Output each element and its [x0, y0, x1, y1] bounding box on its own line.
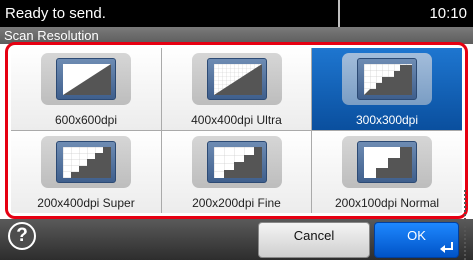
option-label: 200x100dpi Normal — [334, 196, 440, 210]
option-400x400dpi-ultra[interactable]: 400x400dpi Ultra — [162, 48, 311, 130]
option-200x400dpi-super[interactable]: 200x400dpi Super — [11, 131, 161, 213]
clock: 10:10 — [429, 5, 467, 22]
option-icon-plate — [342, 136, 432, 188]
resolution-grid: 600x600dpi 400x400dpi Ultra 300x300dpi 2… — [11, 48, 462, 213]
enter-icon — [440, 242, 453, 253]
option-label: 400x400dpi Ultra — [191, 113, 282, 127]
option-icon-plate — [41, 53, 131, 105]
resolution-medium-grid-icon — [357, 58, 417, 100]
screen-title: Scan Resolution — [4, 28, 99, 43]
status-message: Ready to send. — [5, 5, 106, 22]
option-icon-plate — [191, 136, 282, 188]
option-200x200dpi-fine[interactable]: 200x200dpi Fine — [162, 131, 311, 213]
resolution-fine-grid-icon — [56, 58, 116, 100]
option-200x100dpi-normal[interactable]: 200x100dpi Normal — [312, 131, 462, 213]
option-300x300dpi[interactable]: 300x300dpi — [312, 48, 462, 130]
resolution-step-icon — [357, 141, 417, 183]
option-icon-plate — [41, 136, 131, 188]
option-label: 200x400dpi Super — [37, 196, 135, 210]
options-frame: 600x600dpi 400x400dpi Ultra 300x300dpi 2… — [5, 42, 468, 219]
option-icon-plate — [342, 53, 432, 105]
option-600x600dpi[interactable]: 600x600dpi — [11, 48, 161, 130]
ok-button[interactable]: OK — [374, 222, 459, 258]
status-bar: Ready to send. 10:10 — [0, 0, 473, 27]
ok-label: OK — [407, 228, 426, 243]
resolution-fine-grid-icon — [206, 58, 267, 100]
resolution-step-icon — [206, 141, 267, 183]
status-divider — [338, 0, 340, 27]
help-button[interactable]: ? — [8, 222, 36, 250]
option-icon-plate — [191, 53, 282, 105]
option-label: 600x600dpi — [54, 113, 118, 127]
option-label: 200x200dpi Fine — [192, 196, 281, 210]
option-label: 300x300dpi — [355, 113, 419, 127]
cancel-button[interactable]: Cancel — [258, 222, 370, 258]
edge-marker — [464, 190, 470, 260]
resolution-step-icon — [56, 141, 116, 183]
